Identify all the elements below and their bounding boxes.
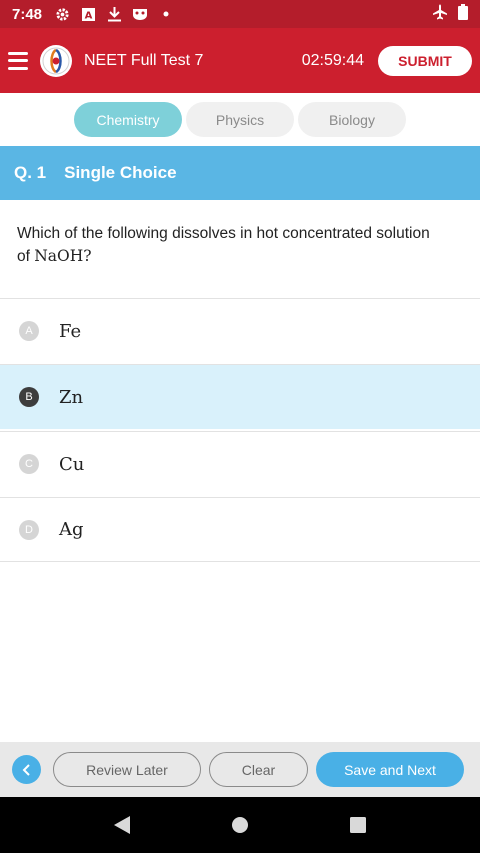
app-logo xyxy=(40,44,72,77)
status-bar: 7:48 A xyxy=(0,0,480,28)
test-title: NEET Full Test 7 xyxy=(84,51,204,69)
tab-chemistry[interactable]: Chemistry xyxy=(74,102,182,137)
question-header: Q. 1 Single Choice xyxy=(0,146,480,200)
tab-physics[interactable]: Physics xyxy=(186,102,294,137)
option-text: Zn xyxy=(59,386,84,408)
option-text: Fe xyxy=(59,320,82,342)
option-b[interactable]: B Zn xyxy=(0,364,480,429)
option-letter: D xyxy=(19,519,39,540)
submit-button[interactable]: SUBMIT xyxy=(378,45,472,76)
dot-icon xyxy=(158,6,174,22)
bottom-action-bar: Review Later Clear Save and Next xyxy=(0,742,480,797)
question-type: Single Choice xyxy=(64,163,177,182)
download-icon xyxy=(106,6,122,22)
airplane-icon xyxy=(432,4,448,25)
clear-button[interactable]: Clear xyxy=(209,752,308,787)
option-a[interactable]: A Fe xyxy=(0,298,480,363)
chevron-left-icon xyxy=(22,763,30,776)
question-number: Q. 1 xyxy=(14,163,47,182)
nav-recents-icon[interactable] xyxy=(349,816,367,834)
subject-tabs: Chemistry Physics Biology xyxy=(0,93,480,146)
menu-icon[interactable] xyxy=(8,51,28,70)
nav-back-icon[interactable] xyxy=(113,815,131,835)
option-text: Ag xyxy=(59,519,84,540)
review-later-button[interactable]: Review Later xyxy=(53,752,201,787)
gear-icon xyxy=(54,6,70,22)
option-letter: B xyxy=(19,387,39,407)
app-bar: NEET Full Test 7 02:59:44 SUBMIT xyxy=(0,28,480,93)
question-formula: NaOH xyxy=(34,247,84,265)
question-text-prefix: of xyxy=(17,248,35,265)
battery-icon xyxy=(458,3,468,25)
nav-home-icon[interactable] xyxy=(231,816,249,834)
option-letter: C xyxy=(19,454,39,474)
option-text: Cu xyxy=(59,453,85,475)
svg-text:A: A xyxy=(84,10,92,21)
option-c[interactable]: C Cu xyxy=(0,431,480,496)
question-text: Which of the following dissolves in hot … xyxy=(17,222,467,268)
status-time: 7:48 xyxy=(12,5,43,23)
tab-biology[interactable]: Biology xyxy=(298,102,406,137)
question-text-line1: Which of the following dissolves in hot … xyxy=(17,225,430,242)
option-d[interactable]: D Ag xyxy=(0,497,480,562)
a-box-icon: A xyxy=(80,6,96,22)
game-icon xyxy=(132,6,148,22)
option-letter: A xyxy=(19,321,39,341)
save-and-next-button[interactable]: Save and Next xyxy=(316,752,464,787)
question-text-suffix: ? xyxy=(83,247,92,265)
system-nav-bar xyxy=(0,797,480,853)
countdown-timer: 02:59:44 xyxy=(301,51,364,69)
previous-button[interactable] xyxy=(12,755,41,784)
